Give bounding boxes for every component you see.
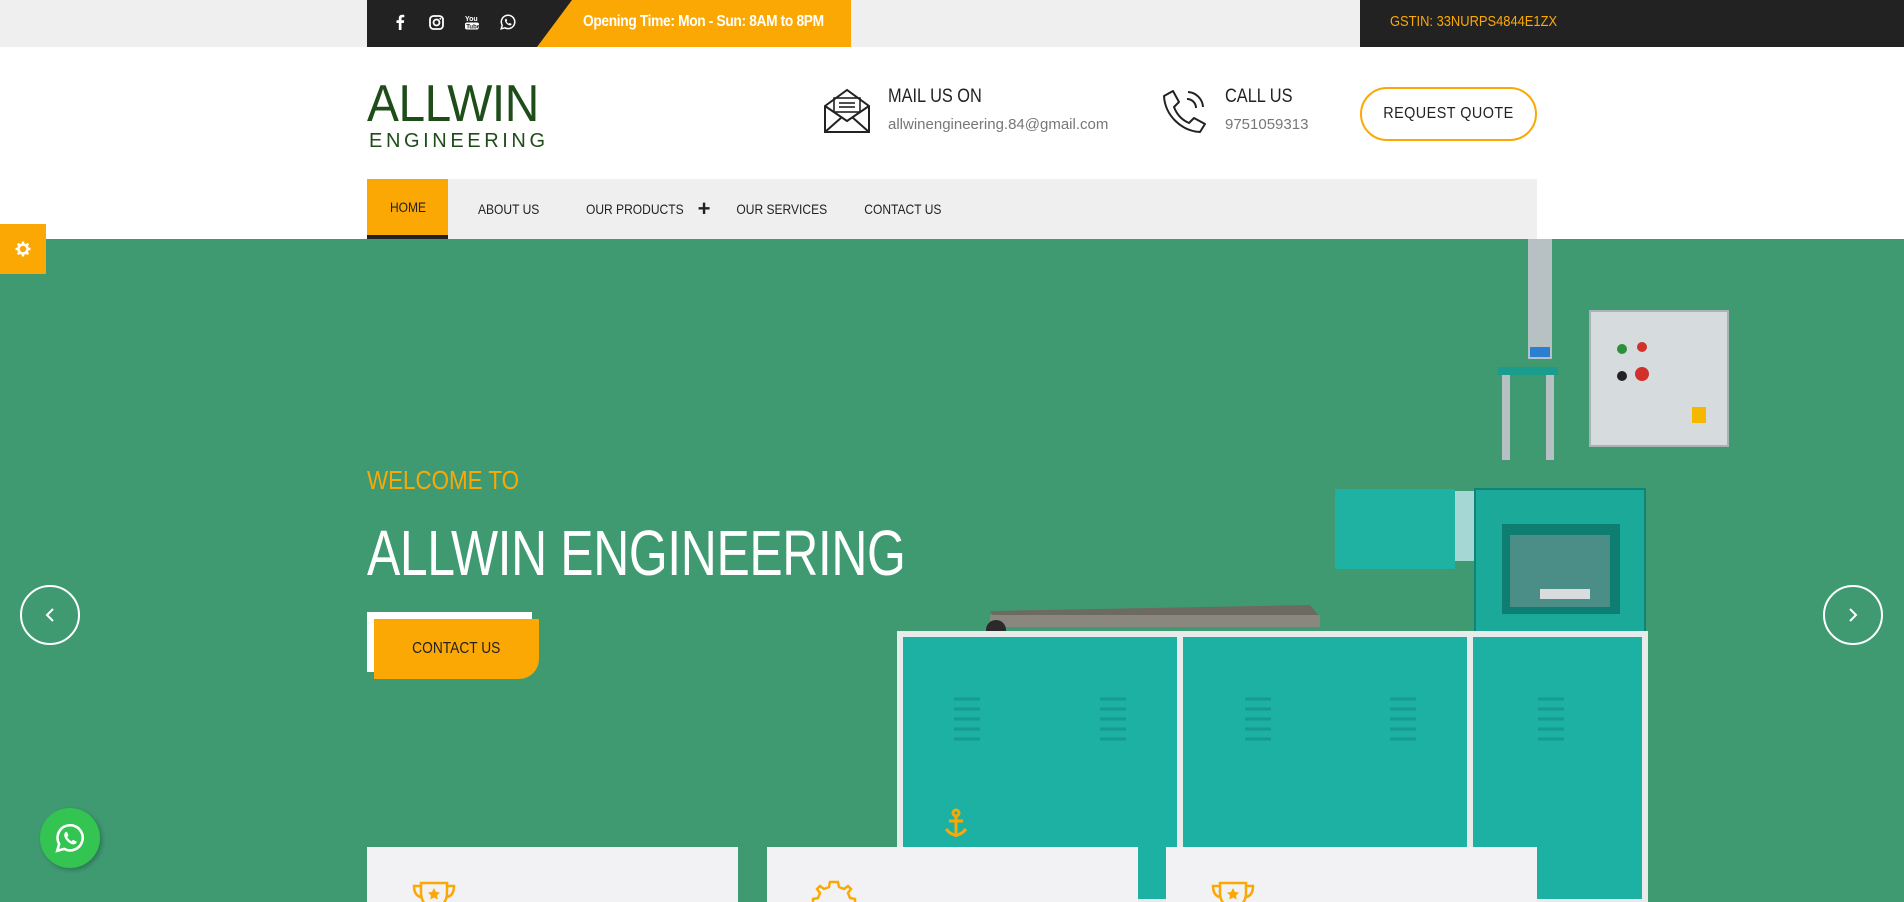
mail-address-link[interactable]: allwinengineering.84@gmail.com: [888, 116, 1108, 133]
trophy-icon: [409, 879, 459, 902]
opening-time-banner: Opening Time: Mon - Sun: 8AM to 8PM: [537, 0, 851, 47]
plus-icon[interactable]: +: [698, 198, 711, 220]
gear-icon: [809, 879, 859, 902]
hero-slider: WELCOME TO ALLWIN ENGINEERING CONTACT US: [0, 239, 1904, 902]
gstin-bar: GSTIN: 33NURPS4844E1ZX: [1360, 0, 1904, 47]
whatsapp-icon[interactable]: [497, 11, 519, 33]
nav-item-contact-us[interactable]: CONTACT US: [858, 179, 948, 239]
nav-item-label: OUR SERVICES: [736, 201, 828, 217]
request-quote-button[interactable]: REQUEST QUOTE: [1360, 87, 1537, 141]
mail-title: MAIL US ON: [888, 86, 982, 107]
hero-welcome: WELCOME TO: [367, 465, 519, 495]
nav-item-label: OUR PRODUCTS: [585, 201, 684, 217]
hero-title: ALLWIN ENGINEERING: [367, 517, 906, 589]
slider-next-button[interactable]: [1823, 585, 1883, 645]
feature-card: [1166, 847, 1537, 902]
gear-icon: [15, 241, 31, 257]
trophy-icon: [1208, 879, 1258, 902]
mail-icon: [822, 86, 872, 136]
instagram-icon[interactable]: [425, 11, 447, 33]
nav-item-our-products[interactable]: OUR PRODUCTS +: [578, 179, 710, 239]
gstin-text: GSTIN: 33NURPS4844E1ZX: [1390, 13, 1558, 30]
feature-card: [767, 847, 1138, 902]
nav-item-label: CONTACT US: [864, 201, 942, 217]
social-links: You Tube: [367, 0, 572, 47]
youtube-icon[interactable]: You Tube: [461, 11, 483, 33]
logo-line-1: ALLWIN: [367, 75, 539, 133]
hero-contact-button[interactable]: CONTACT US: [374, 619, 539, 679]
phone-number-link[interactable]: 9751059313: [1225, 116, 1308, 133]
nav-item-our-services[interactable]: OUR SERVICES: [729, 179, 835, 239]
nav-item-label: ABOUT US: [477, 201, 540, 217]
request-quote-label: REQUEST QUOTE: [1383, 105, 1514, 122]
opening-time-text: Opening Time: Mon - Sun: 8AM to 8PM: [583, 13, 824, 30]
machine-image: [897, 239, 1729, 902]
logo-line-2: ENGINEERING: [369, 130, 549, 152]
main-nav: HOME ABOUT US OUR PRODUCTS + OUR SERVICE…: [367, 179, 1537, 239]
nav-item-home[interactable]: HOME: [367, 179, 448, 239]
feature-card: [367, 847, 738, 902]
nav-item-about-us[interactable]: ABOUT US: [473, 179, 544, 239]
slider-prev-button[interactable]: [20, 585, 80, 645]
svg-text:Tube: Tube: [466, 24, 479, 30]
chevron-left-icon: [45, 608, 54, 622]
hero-contact-label: CONTACT US: [412, 640, 501, 657]
call-title: CALL US: [1225, 86, 1293, 107]
settings-toggle[interactable]: [0, 224, 46, 274]
whatsapp-icon: [55, 823, 85, 853]
nav-item-label: HOME: [389, 199, 426, 215]
whatsapp-chat-button[interactable]: [40, 808, 100, 868]
facebook-icon[interactable]: [389, 11, 411, 33]
chevron-right-icon: [1849, 608, 1858, 622]
site-logo[interactable]: ALLWIN ENGINEERING: [367, 78, 567, 152]
svg-text:You: You: [465, 16, 478, 23]
phone-icon: [1159, 86, 1209, 136]
